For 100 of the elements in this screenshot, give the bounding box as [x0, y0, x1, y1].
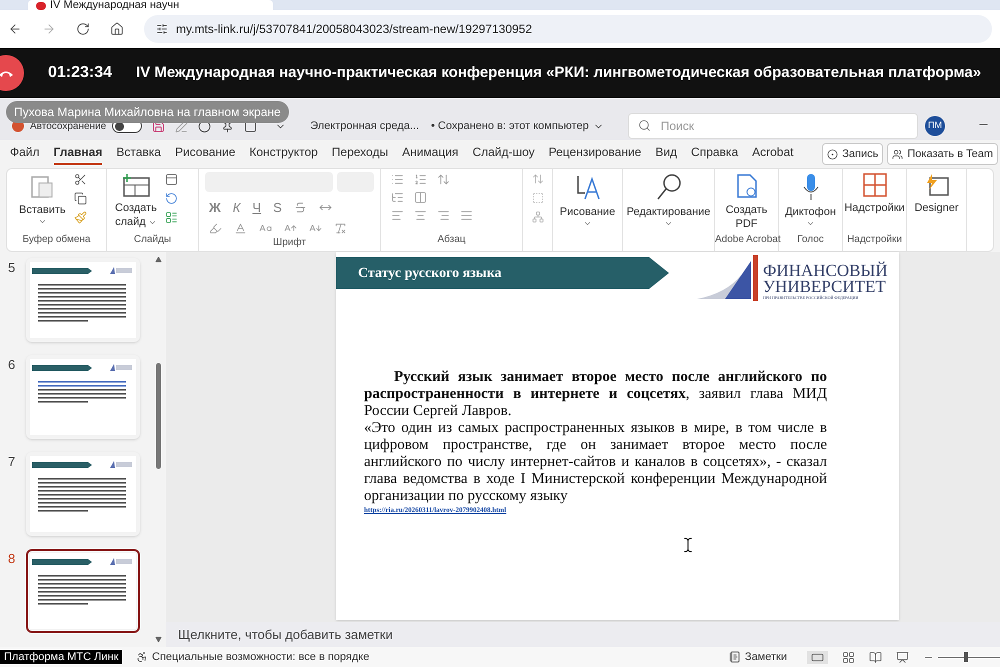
- new-slide-button[interactable]: Создать слайд: [107, 169, 165, 229]
- slide-canvas[interactable]: [336, 252, 899, 620]
- line-spacing-icon: [437, 173, 450, 186]
- logo-text: УНИВЕРСИТЕТ: [763, 279, 887, 295]
- ribbon-tab[interactable]: Рецензирование: [548, 143, 642, 165]
- addins-button[interactable]: Надстройки: [843, 169, 906, 215]
- microphone-icon: [802, 173, 818, 201]
- format-button[interactable]: S: [273, 198, 282, 218]
- scroll-down-icon[interactable]: [154, 636, 162, 643]
- tab-title: IV Международная научн: [50, 0, 180, 10]
- tooltip: Платформа МТС Линк: [0, 650, 122, 664]
- group-label: Абзац: [436, 233, 467, 247]
- search-field[interactable]: Поиск: [628, 113, 918, 139]
- grid-icon: [862, 173, 886, 197]
- slide-number: 5: [8, 259, 16, 277]
- ribbon-tab[interactable]: Переходы: [332, 143, 388, 165]
- document-name: Электронная среда...: [310, 118, 419, 134]
- numbering-icon: [414, 173, 427, 186]
- align-text-icon: [532, 192, 544, 204]
- ribbon-tab[interactable]: Вид: [655, 143, 678, 165]
- copy-icon: [74, 192, 87, 205]
- group-label: Буфер обмена: [22, 233, 92, 247]
- ribbon-tab[interactable]: Справка: [691, 143, 738, 165]
- zoom-slider[interactable]: [938, 651, 1000, 663]
- paste-button[interactable]: Вставить: [11, 169, 74, 226]
- align-right-icon: [437, 209, 450, 222]
- group-label: Надстройки: [846, 233, 903, 247]
- new-slide-icon: [120, 173, 151, 197]
- ribbon-tab[interactable]: Рисование: [174, 143, 236, 165]
- ribbon-tab[interactable]: Вставка: [116, 143, 161, 165]
- reset-icon: [164, 192, 178, 205]
- university-logo-icon: [697, 255, 759, 301]
- slide-paragraph: Русский язык занимает второе место после английского по распространенности в интернете и соцсетях, заявил глава МИД России Сергей Лавров.: [364, 369, 827, 420]
- sorter-view-icon: [842, 650, 855, 664]
- designer-button[interactable]: Designer: [906, 169, 967, 251]
- caret-icon: [664, 219, 673, 228]
- caret-icon: [38, 217, 47, 226]
- shapes-icon: [574, 173, 600, 201]
- browser-tab[interactable]: IV Международная научн: [28, 0, 273, 10]
- dictate-button[interactable]: Диктофон: [779, 169, 842, 228]
- format-button[interactable]: Ч: [252, 198, 262, 218]
- ribbon-tab[interactable]: Главная: [54, 143, 102, 165]
- direction-icon: [532, 173, 544, 185]
- slide-number: 8: [8, 550, 16, 568]
- ribbon-tab[interactable]: Слайд-шоу: [472, 143, 535, 165]
- slide-title-banner: Статус русского языка: [336, 257, 669, 289]
- align-center-icon: [414, 209, 427, 222]
- save-status: • Сохранено в: этот компьютер: [431, 118, 589, 134]
- scroll-up-icon[interactable]: [154, 256, 162, 263]
- accessibility-status[interactable]: Специальные возможности: все в порядке: [136, 648, 370, 666]
- group-label: Слайды: [132, 233, 172, 247]
- notes-icon: [728, 651, 741, 663]
- search-icon: [638, 119, 651, 132]
- zoom-thumb[interactable]: [964, 652, 968, 662]
- back-icon: [8, 22, 22, 36]
- teams-button[interactable]: Показать в Team: [887, 143, 998, 165]
- user-avatar[interactable]: ПМ: [925, 116, 945, 136]
- home-icon: [110, 22, 124, 36]
- ribbon-tab[interactable]: Файл: [10, 143, 40, 165]
- format-button[interactable]: К: [232, 198, 240, 218]
- cut-icon: [74, 173, 87, 186]
- caret-icon: [583, 219, 592, 228]
- notes-button[interactable]: Заметки: [728, 648, 787, 666]
- tab-favicon-icon: [36, 2, 46, 10]
- strikethrough-icon: [294, 201, 307, 214]
- record-button[interactable]: Запись: [822, 143, 884, 165]
- people-icon: [892, 148, 904, 160]
- smartart-icon: [532, 211, 544, 223]
- slide-number: 6: [8, 356, 16, 374]
- address-bar[interactable]: my.mts-link.ru/j/53707841/20058043023/stream-new/19297130952: [144, 15, 992, 43]
- notes-placeholder[interactable]: Щелкните, чтобы добавить заметки: [166, 622, 1000, 647]
- reload-icon: [76, 22, 90, 36]
- call-timer: 01:23:34: [48, 63, 112, 83]
- highlight-icon: [209, 222, 222, 234]
- group-label: Шрифт: [272, 236, 307, 250]
- caret-icon: [806, 219, 815, 228]
- ribbon-tab[interactable]: Анимация: [402, 143, 458, 165]
- pdf-icon: [736, 173, 758, 199]
- scrollbar-thumb[interactable]: [156, 363, 160, 469]
- columns-icon: [414, 191, 427, 204]
- conference-title: IV Международная научно-практическая конференция «РКИ: лингвометодическая образовательная платформа»: [136, 62, 982, 83]
- format-painter-icon: [74, 211, 87, 224]
- search-icon: [656, 173, 682, 201]
- record-icon: [827, 148, 838, 160]
- slideshow-icon: [896, 650, 909, 664]
- clear-format-icon: [334, 222, 347, 234]
- logo-text: ФИНАНСОВЫЙ: [763, 263, 888, 279]
- font-color-icon: [234, 222, 247, 234]
- format-button[interactable]: Ж: [209, 198, 221, 218]
- align-left-icon: [391, 209, 404, 222]
- justify-icon: [460, 209, 473, 222]
- site-settings-icon: [156, 23, 168, 35]
- group-label: Голос: [796, 233, 825, 247]
- forward-icon: [42, 22, 56, 36]
- ribbon-tab[interactable]: Acrobat: [752, 143, 794, 165]
- reading-view-icon: [869, 650, 882, 664]
- ribbon-tab[interactable]: Конструктор: [249, 143, 318, 165]
- drawing-button[interactable]: Рисование: [552, 169, 624, 251]
- create-pdf-button[interactable]: Создать PDF: [715, 169, 778, 231]
- presenter-toast: Пухова Марина Михайловна на главном экране: [6, 101, 289, 123]
